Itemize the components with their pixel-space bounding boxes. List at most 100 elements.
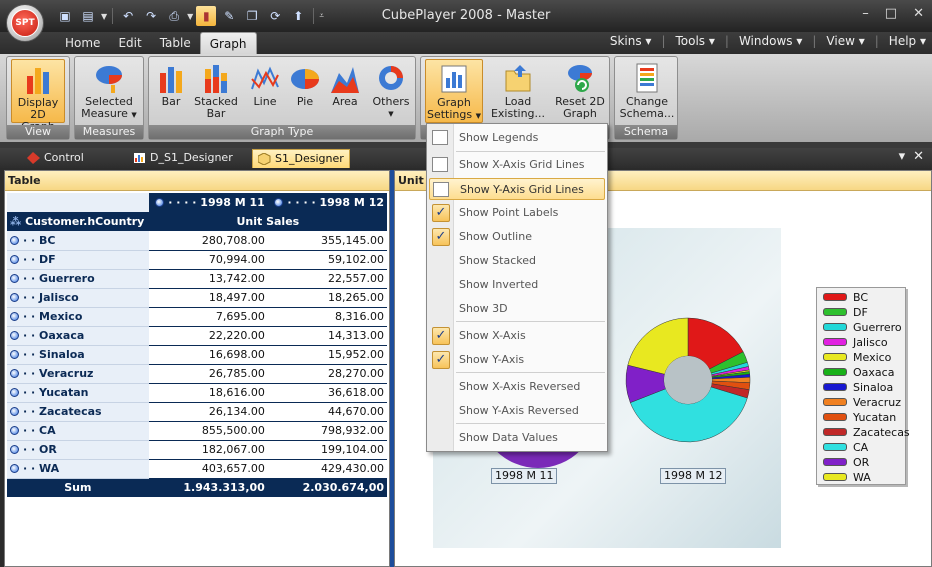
legend-item: Sinaloa [823, 380, 893, 395]
ribbon-group-schema: Change Schema... Schema [614, 56, 678, 140]
menu-item-show-data-values[interactable]: Show Data Values [429, 427, 605, 449]
legend-item: Mexico [823, 350, 891, 365]
cell-value: 16,698.00 [148, 345, 268, 365]
row-header[interactable]: · · DF [7, 250, 149, 270]
change-schema-button[interactable]: Change Schema... [619, 59, 675, 123]
row-header[interactable]: · · Yucatan [7, 383, 149, 403]
table-row: · · DF 70,994.00 59,102.00 [7, 250, 387, 270]
menu-item-show-stacked[interactable]: Show Stacked [429, 250, 605, 272]
stacked-bar-button[interactable]: Stacked Bar [193, 59, 239, 123]
menu-item-show-x-axis[interactable]: ✓ Show X-Axis [429, 325, 605, 347]
menu-item-show-legends[interactable]: Show Legends [429, 127, 605, 149]
row-header[interactable]: · · Veracruz [7, 364, 149, 384]
cell-value: 855,500.00 [148, 421, 268, 441]
bar-button[interactable]: Bar [155, 59, 187, 123]
tab-table[interactable]: Table [151, 32, 200, 54]
table-row: · · Guerrero 13,742.00 22,557.00 [7, 269, 387, 289]
pivot-table: · · · · 1998 M 11 · · · · 1998 M 12 ⁂ Cu… [7, 193, 387, 497]
cell-value: 70,994.00 [148, 250, 268, 270]
pie-button[interactable]: Pie [287, 59, 323, 123]
legend-icon [432, 130, 448, 145]
tab-control-panel[interactable]: Control Panel [22, 149, 124, 182]
application-orb-button[interactable]: SPT [6, 4, 44, 42]
menu-item-show-x-axis-grid-lines[interactable]: Show X-Axis Grid Lines [429, 154, 605, 176]
tab-s1-designer[interactable]: S1_Designer [252, 149, 350, 168]
table-panel: Table · · · · 1998 M 11 · · · · 1998 M 1… [4, 170, 390, 567]
row-header[interactable]: · · Oaxaca [7, 326, 149, 346]
selected-measure-button[interactable]: Selected Measure ▼ [79, 59, 139, 123]
legend-item: CA [823, 440, 868, 455]
row-header[interactable]: · · Mexico [7, 307, 149, 327]
menu-item-show-inverted[interactable]: Show Inverted [429, 274, 605, 296]
member-icon [10, 464, 19, 473]
app-window: ▣ ▤ ▼ ↶ ↷ ⎙ ▼ ▮ ✎ ❐ ⟳ ⬆ ⩡ CubePlayer 200… [0, 0, 932, 567]
cell-value: 28,270.00 [267, 364, 387, 384]
close-icon[interactable]: ✕ [913, 149, 924, 164]
menu-item-show-y-axis-reversed[interactable]: Show Y-Axis Reversed [429, 400, 605, 422]
table-row: · · Zacatecas 26,134.00 44,670.00 [7, 402, 387, 422]
table-row: · · Oaxaca 22,220.00 14,313.00 [7, 326, 387, 346]
others-button[interactable]: Others ▼ [371, 59, 411, 123]
cell-value: 18,497.00 [148, 288, 268, 308]
row-header[interactable]: · · Zacatecas [7, 402, 149, 422]
tab-edit[interactable]: Edit [109, 32, 150, 54]
menu-item-show-y-axis-grid-lines[interactable]: Show Y-Axis Grid Lines [429, 178, 605, 200]
cell-value: 8,316.00 [267, 307, 387, 327]
menu-help[interactable]: Help ▾ [889, 34, 926, 48]
legend-item: Guerrero [823, 320, 902, 335]
area-button[interactable]: Area [327, 59, 363, 123]
menu-skins[interactable]: Skins ▾ [610, 34, 652, 48]
graph-settings-button[interactable]: Graph Settings ▼ [425, 59, 483, 123]
minimize-icon[interactable]: – [862, 6, 869, 21]
dimension-header[interactable]: ⁂ Customer.hCountry [7, 212, 149, 231]
grid-icon [433, 182, 449, 197]
display-2d-graph-button[interactable]: Display2D Graph [11, 59, 65, 133]
legend-swatch [823, 308, 847, 316]
close-icon[interactable]: ✕ [913, 6, 924, 21]
tab-d-s1-designer[interactable]: D_S1_Designer [128, 149, 252, 168]
member-icon [10, 350, 19, 359]
load-existing-button[interactable]: Load Existing... [489, 59, 547, 123]
sum-value: 2.030.674,00 [267, 478, 387, 497]
row-header[interactable]: · · Jalisco [7, 288, 149, 308]
donut-hole [664, 356, 712, 404]
row-header[interactable]: · · Guerrero [7, 269, 149, 289]
menu-item-show-outline[interactable]: ✓ Show Outline [429, 226, 605, 248]
row-header[interactable]: · · CA [7, 421, 149, 441]
member-icon [10, 312, 19, 321]
menu-item-show-x-axis-reversed[interactable]: Show X-Axis Reversed [429, 376, 605, 398]
maximize-icon[interactable]: □ [885, 6, 897, 21]
legend-item: BC [823, 290, 868, 305]
line-chart-icon [251, 66, 279, 90]
line-button[interactable]: Line [247, 59, 283, 123]
checkmark-icon: ✓ [432, 327, 450, 345]
menu-item-show-y-axis[interactable]: ✓ Show Y-Axis [429, 349, 605, 371]
menu-separator [456, 423, 605, 424]
row-header[interactable]: · · Sinaloa [7, 345, 149, 365]
legend-swatch [823, 398, 847, 406]
table-panel-title: Table [5, 171, 389, 191]
column-header-1998-m11[interactable]: · · · · 1998 M 11 [148, 193, 268, 212]
ribbon-group-view: Display2D Graph View [6, 56, 70, 140]
reset-2d-graph-button[interactable]: Reset 2D Graph [553, 59, 607, 123]
cell-value: 798,932.00 [267, 421, 387, 441]
menu-item-show-point-labels[interactable]: ✓ Show Point Labels [429, 202, 605, 224]
menu-view[interactable]: View ▾ [826, 34, 864, 48]
chevron-down-icon[interactable]: ▾ [899, 149, 906, 164]
tab-home[interactable]: Home [56, 32, 109, 54]
row-header[interactable]: · · OR [7, 440, 149, 460]
bar-chart-icon [27, 68, 49, 94]
legend-item: Veracruz [823, 395, 901, 410]
column-header-1998-m12[interactable]: · · · · 1998 M 12 [267, 193, 387, 212]
legend-item: Yucatan [823, 410, 896, 425]
row-header[interactable]: · · WA [7, 459, 149, 479]
table-row: · · WA 403,657.00 429,430.00 [7, 459, 387, 479]
bar-icon [160, 67, 182, 93]
legend-swatch [823, 368, 847, 376]
menu-windows[interactable]: Windows ▾ [739, 34, 802, 48]
menu-tools[interactable]: Tools ▾ [676, 34, 715, 48]
row-header[interactable]: · · BC [7, 231, 149, 251]
menu-item-show-3d[interactable]: Show 3D [429, 298, 605, 320]
measure-header[interactable]: Unit Sales [148, 212, 387, 231]
tab-graph[interactable]: Graph [199, 32, 257, 54]
